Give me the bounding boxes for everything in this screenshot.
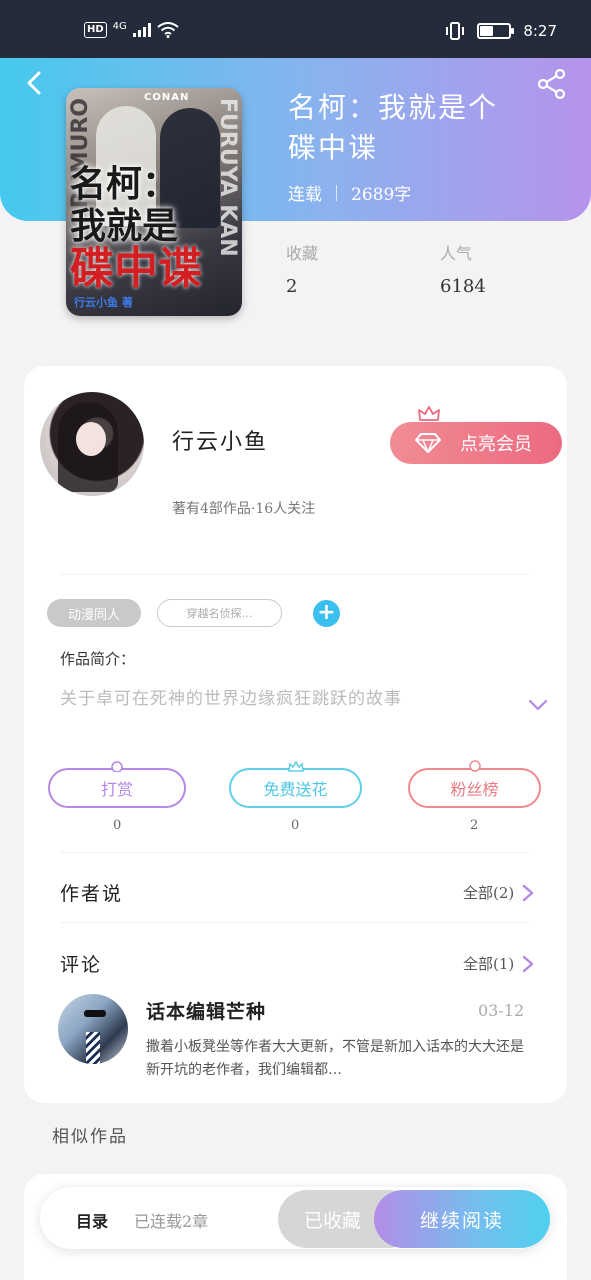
genre-tag[interactable]: 动漫同人 xyxy=(47,599,141,627)
author-notes-title: 作者说 xyxy=(60,883,124,905)
cover-author: 行云小鱼 著 xyxy=(74,296,133,309)
cover-side-text-right: FURUYA KAN xyxy=(215,98,240,257)
battery-icon xyxy=(477,23,515,39)
comment-date: 03-12 xyxy=(478,1001,525,1020)
book-title: 名柯：我就是个碟中谍 xyxy=(288,91,499,164)
cover-title-line: 碟中谍 xyxy=(70,243,202,294)
comments-more[interactable]: 全部(1) xyxy=(463,953,534,974)
intro-label: 作品简介： xyxy=(60,650,136,668)
signal-icon xyxy=(132,23,151,37)
diamond-icon xyxy=(415,433,441,453)
continue-reading-label: 继续阅读 xyxy=(419,1209,504,1232)
stat-label: 人气 xyxy=(440,244,473,263)
cover-title-line: 我就是 xyxy=(70,206,179,247)
reward-label: 打赏 xyxy=(100,780,133,799)
cover-series-mark: CONAN xyxy=(144,92,190,103)
crown-icon xyxy=(418,406,440,424)
author-notes-more-label: 全部(2) xyxy=(463,884,515,902)
vip-button[interactable]: 点亮会员 xyxy=(390,422,562,464)
hd-indicator: HD xyxy=(84,22,107,38)
wifi-icon xyxy=(157,22,179,38)
chevron-right-icon xyxy=(523,884,534,901)
toc-button[interactable]: 目录 xyxy=(76,1208,108,1232)
avatar-face xyxy=(76,422,106,456)
word-count: 2689字 xyxy=(351,185,412,205)
send-flower-button[interactable]: 免费送花 xyxy=(229,760,362,808)
comments-more-label: 全部(1) xyxy=(463,955,515,973)
vibrate-icon xyxy=(446,22,465,40)
collected-label: 已收藏 xyxy=(304,1209,362,1232)
divider xyxy=(60,922,530,923)
coin-icon xyxy=(111,761,123,772)
fan-count: 2 xyxy=(470,818,479,833)
meta-divider xyxy=(336,184,337,201)
author-name[interactable]: 行云小鱼 xyxy=(172,424,268,456)
cover-title: 名柯： 我就是 碟中谍 xyxy=(70,164,202,294)
network-type: 4G xyxy=(112,20,127,32)
reward-button[interactable]: 打赏 xyxy=(48,761,186,808)
chevron-down-icon[interactable] xyxy=(528,698,548,712)
flower-icon xyxy=(287,760,304,772)
send-flower-label: 免费送花 xyxy=(263,780,328,799)
similar-works-title: 相似作品 xyxy=(52,1127,128,1147)
share-icon[interactable] xyxy=(536,68,568,100)
stat-value: 2 xyxy=(286,276,298,297)
comment-text[interactable]: 撒着小板凳坐等作者大大更新，不管是新加入话本的大大还是新开坑的老作者，我们编辑都… xyxy=(146,1036,531,1082)
chapter-progress[interactable]: 已连载2章 xyxy=(134,1208,208,1232)
clock: 8:27 xyxy=(523,22,557,40)
stat-collections: 收藏 2 xyxy=(286,240,318,297)
chevron-right-icon xyxy=(523,955,534,972)
book-meta: 连载 2689字 xyxy=(288,180,411,205)
cover-title-line: 名柯： xyxy=(70,164,179,205)
book-status: 连载 xyxy=(288,185,322,205)
divider xyxy=(60,852,530,853)
intro-text: 关于卓可在死神的世界边缘疯狂跳跃的故事 xyxy=(60,689,402,709)
author-avatar[interactable] xyxy=(40,392,144,496)
author-notes-more[interactable]: 全部(2) xyxy=(463,882,534,903)
fan-ranking-button[interactable]: 粉丝榜 xyxy=(408,760,541,808)
flower-count: 0 xyxy=(291,818,300,833)
stat-label: 收藏 xyxy=(286,244,319,263)
subgenre-tag[interactable]: 穿越名侦探… xyxy=(157,599,282,627)
book-cover[interactable]: CONAN ORUMURO FURUYA KAN 名柯： 我就是 碟中谍 行云小… xyxy=(66,88,242,316)
avatar-glasses xyxy=(84,1010,106,1017)
stat-popularity: 人气 6184 xyxy=(440,240,486,297)
fan-ranking-label: 粉丝榜 xyxy=(450,780,499,799)
divider xyxy=(60,574,530,575)
commenter-avatar[interactable] xyxy=(58,994,128,1064)
reward-count: 0 xyxy=(113,818,122,833)
continue-reading-button[interactable]: 继续阅读 xyxy=(374,1190,550,1248)
comments-title: 评论 xyxy=(60,954,103,976)
add-tag-button[interactable]: + xyxy=(313,600,340,627)
author-stats: 著有4部作品·16人关注 xyxy=(172,501,316,517)
vip-button-label: 点亮会员 xyxy=(460,434,532,455)
avatar-tie xyxy=(86,1032,100,1064)
status-bar: HD 4G 8:27 xyxy=(0,0,591,58)
commenter-name[interactable]: 话本编辑芒种 xyxy=(146,997,266,1024)
back-icon[interactable] xyxy=(20,68,50,98)
stat-value: 6184 xyxy=(440,276,486,297)
medal-icon xyxy=(468,760,481,772)
